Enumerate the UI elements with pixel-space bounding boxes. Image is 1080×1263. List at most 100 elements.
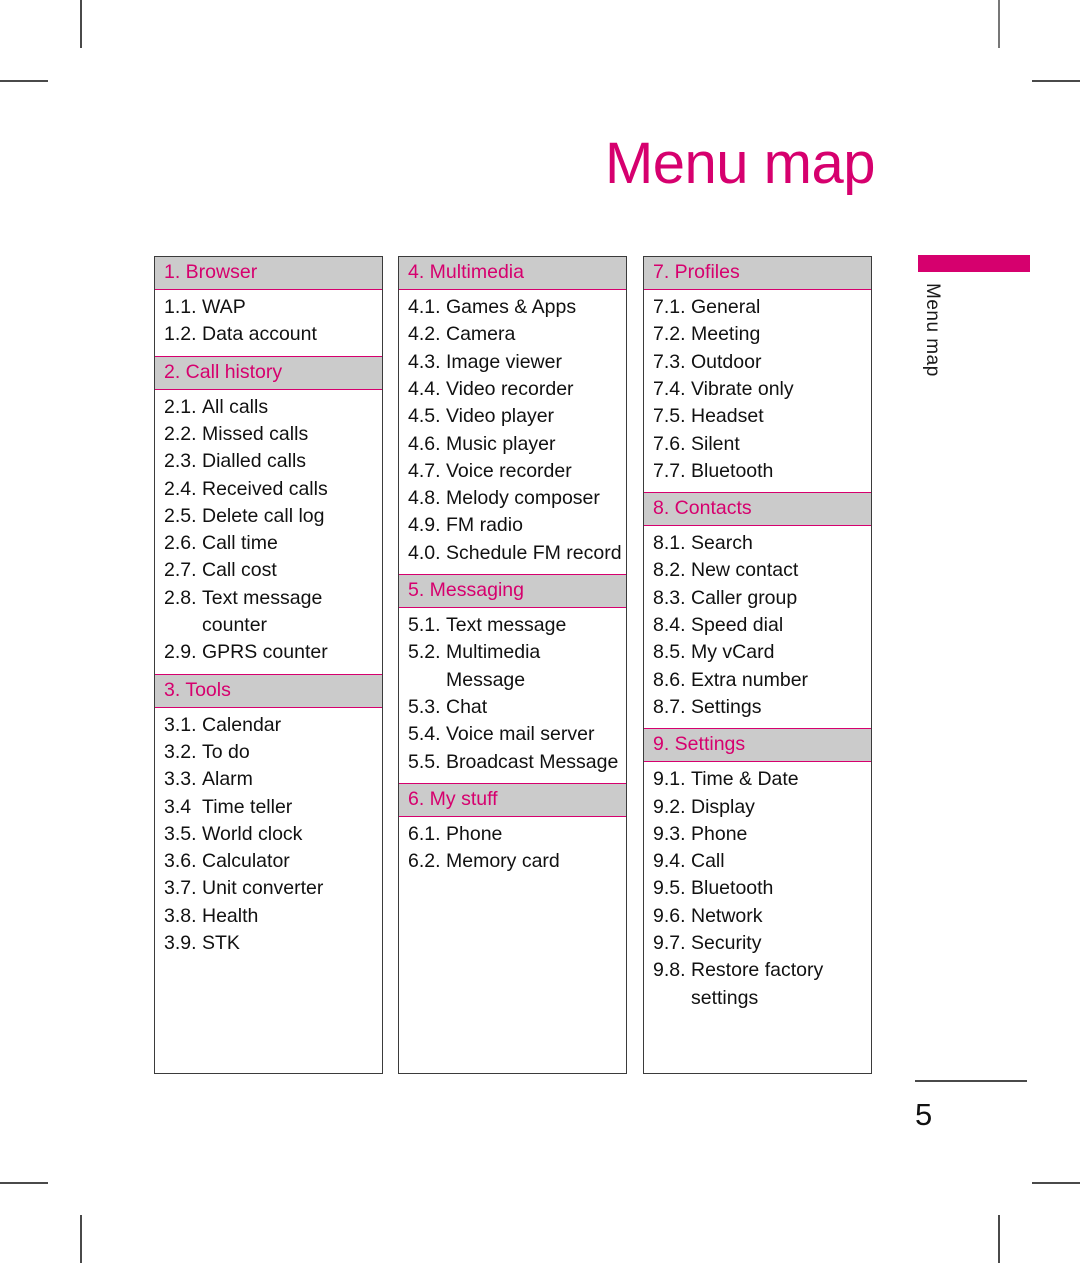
menu-group-header[interactable]: 1. Browser — [155, 257, 382, 291]
menu-item[interactable]: 5.1. Text message — [399, 612, 626, 639]
menu-item[interactable]: 5.5. Broadcast Message — [399, 749, 626, 776]
menu-item[interactable]: 4.0. Schedule FM record — [399, 540, 626, 567]
menu-group: 8. Contacts 8.1. Search 8.2. New contact 8.3.… — [644, 492, 871, 728]
menu-item[interactable]: 9.6. Network — [644, 903, 871, 930]
menu-item-label: Chat — [446, 695, 488, 718]
menu-item[interactable]: 7.1. General — [644, 294, 871, 321]
menu-item[interactable]: 2.7. Call cost — [155, 557, 382, 584]
menu-item[interactable]: 8.4. Speed dial — [644, 612, 871, 639]
menu-item[interactable]: 4.6. Music player — [399, 431, 626, 458]
menu-item[interactable]: 4.1. Games & Apps — [399, 294, 626, 321]
menu-group-header[interactable]: 8. Contacts — [644, 492, 871, 527]
menu-item[interactable]: 6.1. Phone — [399, 821, 626, 848]
menu-item-number: 8.5. — [653, 641, 686, 664]
menu-item[interactable]: 2.8. Text message counter — [155, 585, 382, 640]
menu-item-label: Image viewer — [446, 350, 562, 373]
menu-item[interactable]: 4.4. Video recorder — [399, 376, 626, 403]
menu-item[interactable]: 4.2. Camera — [399, 321, 626, 348]
menu-item-number: 6.1. — [408, 822, 441, 845]
menu-item[interactable]: 1.2. Data account — [155, 321, 382, 348]
menu-column-1: 1. Browser 1.1. WAP 1.2. Data account 2. Call… — [154, 256, 383, 1074]
menu-item-label: All calls — [202, 395, 269, 418]
menu-item-number: 2.4. — [164, 477, 197, 500]
menu-item[interactable]: 1.1. WAP — [155, 294, 382, 321]
menu-item-label: Call — [691, 850, 725, 873]
menu-item-label: Speed dial — [691, 614, 784, 637]
menu-item[interactable]: 2.9. GPRS counter — [155, 639, 382, 666]
menu-item-label: Silent — [691, 432, 740, 455]
menu-group-header[interactable]: 7. Profiles — [644, 257, 871, 291]
menu-item[interactable]: 3.4 Time teller — [155, 794, 382, 821]
menu-group: 2. Call history 2.1. All calls 2.2. Missed c… — [155, 355, 382, 674]
page-number: 5 — [915, 1097, 933, 1132]
menu-item-label: Text message — [446, 614, 567, 637]
menu-item[interactable]: 7.3. Outdoor — [644, 349, 871, 376]
menu-item[interactable]: 9.7. Security — [644, 930, 871, 957]
menu-item[interactable]: 5.2. Multimedia Message — [399, 639, 626, 694]
menu-group-header[interactable]: 9. Settings — [644, 728, 871, 763]
menu-item[interactable]: 9.1. Time & Date — [644, 766, 871, 793]
menu-item[interactable]: 3.1. Calendar — [155, 712, 382, 739]
menu-item-number: 9.7. — [653, 932, 686, 955]
menu-item[interactable]: 3.5. World clock — [155, 821, 382, 848]
menu-item[interactable]: 6.2. Memory card — [399, 848, 626, 875]
menu-item-label: Vibrate only — [691, 377, 794, 400]
menu-item[interactable]: 9.2. Display — [644, 794, 871, 821]
menu-item[interactable]: 9.3. Phone — [644, 821, 871, 848]
menu-group-header[interactable]: 5. Messaging — [399, 574, 626, 609]
menu-item-number: 4.3. — [408, 350, 441, 373]
menu-item[interactable]: 7.5. Headset — [644, 403, 871, 430]
menu-item[interactable]: 8.5. My vCard — [644, 639, 871, 666]
menu-item-number: 8.2. — [653, 559, 686, 582]
crop-mark-bottom-right-horizontal — [1032, 1182, 1080, 1184]
menu-item-label: Phone — [446, 822, 503, 845]
menu-item[interactable]: 9.8. Restore factory settings — [644, 957, 871, 1012]
menu-item[interactable]: 4.3. Image viewer — [399, 349, 626, 376]
menu-item[interactable]: 3.7. Unit converter — [155, 875, 382, 902]
menu-group-header[interactable]: 3. Tools — [155, 673, 382, 708]
menu-item[interactable]: 9.5. Bluetooth — [644, 875, 871, 902]
crop-mark-bottom-left-vertical — [80, 1215, 82, 1263]
menu-item-list: 8.1. Search 8.2. New contact 8.3. Caller grou… — [644, 526, 871, 728]
menu-item-number: 7.3. — [653, 350, 686, 373]
menu-item[interactable]: 2.3. Dialled calls — [155, 448, 382, 475]
menu-item[interactable]: 3.2. To do — [155, 739, 382, 766]
menu-item[interactable]: 8.6. Extra number — [644, 667, 871, 694]
menu-item[interactable]: 4.7. Voice recorder — [399, 458, 626, 485]
menu-group-header[interactable]: 6. My stuff — [399, 782, 626, 817]
menu-item-number: 2.8. — [164, 586, 197, 609]
crop-mark-top-left-horizontal — [0, 80, 48, 82]
menu-item-label: Calendar — [202, 713, 282, 736]
menu-item[interactable]: 2.6. Call time — [155, 530, 382, 557]
menu-item[interactable]: 5.3. Chat — [399, 694, 626, 721]
menu-item-number: 2.6. — [164, 532, 197, 555]
menu-item-number: 2.3. — [164, 450, 197, 473]
menu-item-label: Display — [691, 795, 755, 818]
menu-item[interactable]: 4.9. FM radio — [399, 512, 626, 539]
menu-item[interactable]: 5.4. Voice mail server — [399, 721, 626, 748]
side-tab-bar — [918, 255, 1030, 272]
menu-item[interactable]: 2.4. Received calls — [155, 476, 382, 503]
menu-item[interactable]: 7.7. Bluetooth — [644, 458, 871, 485]
menu-item[interactable]: 2.5. Delete call log — [155, 503, 382, 530]
menu-item[interactable]: 9.4. Call — [644, 848, 871, 875]
menu-item[interactable]: 4.8. Melody composer — [399, 485, 626, 512]
menu-item[interactable]: 4.5. Video player — [399, 403, 626, 430]
menu-item[interactable]: 7.2. Meeting — [644, 321, 871, 348]
menu-item-number: 9.5. — [653, 877, 686, 900]
menu-item[interactable]: 8.7. Settings — [644, 694, 871, 721]
menu-item[interactable]: 3.8. Health — [155, 903, 382, 930]
menu-group-header[interactable]: 2. Call history — [155, 355, 382, 390]
menu-item[interactable]: 2.1. All calls — [155, 394, 382, 421]
menu-item[interactable]: 3.3. Alarm — [155, 766, 382, 793]
menu-item[interactable]: 8.3. Caller group — [644, 585, 871, 612]
menu-item[interactable]: 2.2. Missed calls — [155, 421, 382, 448]
menu-item[interactable]: 3.9. STK — [155, 930, 382, 957]
menu-item[interactable]: 8.1. Search — [644, 530, 871, 557]
menu-item[interactable]: 7.4. Vibrate only — [644, 376, 871, 403]
menu-group-header[interactable]: 4. Multimedia — [399, 257, 626, 291]
menu-item[interactable]: 7.6. Silent — [644, 431, 871, 458]
menu-item[interactable]: 3.6. Calculator — [155, 848, 382, 875]
menu-item[interactable]: 8.2. New contact — [644, 557, 871, 584]
menu-item-number: 3.3. — [164, 768, 197, 791]
